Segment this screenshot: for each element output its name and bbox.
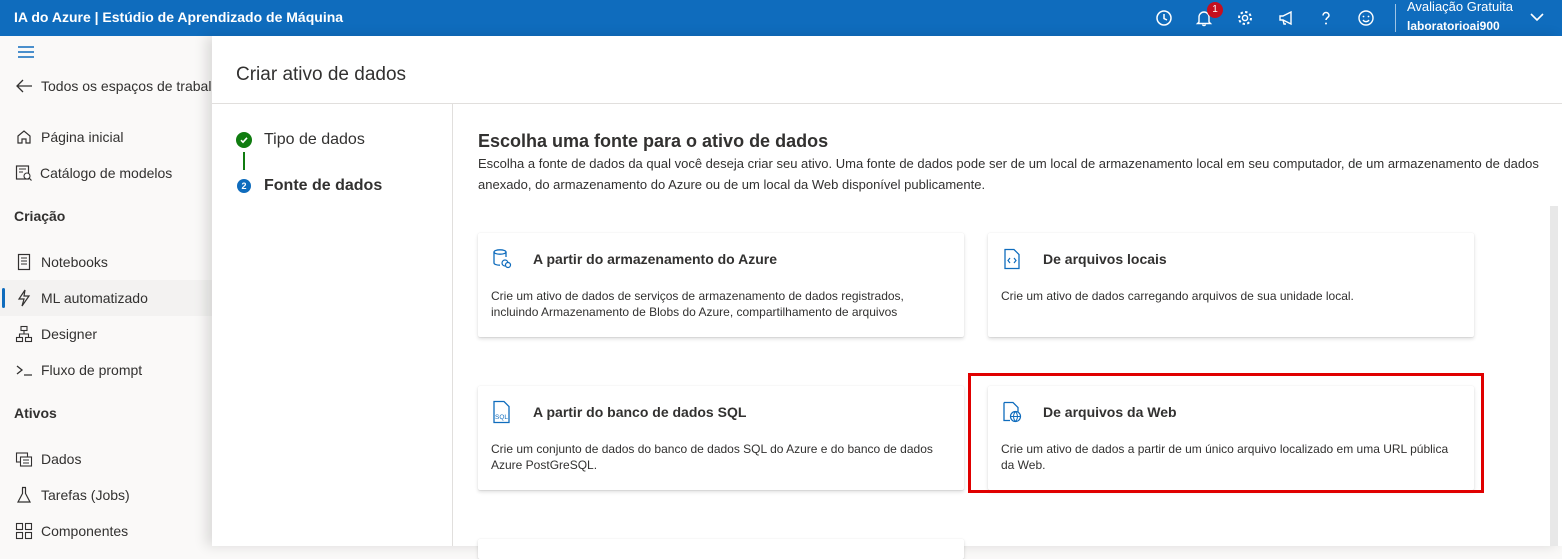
card-azure-storage[interactable]: A partir do armazenamento do Azure Crie …: [478, 233, 964, 337]
svg-text:SQL: SQL: [495, 414, 508, 421]
home-icon: [14, 127, 34, 147]
arrow-left-icon: [14, 76, 34, 96]
checkmark-icon: [236, 132, 252, 148]
data-icon: [14, 449, 34, 469]
sidebar-item-designer[interactable]: Designer: [0, 316, 212, 352]
card-partial[interactable]: [478, 539, 964, 559]
account-plan: Avaliação Gratuita: [1407, 0, 1513, 14]
left-nav: Todos os espaços de trabal Página inicia…: [0, 36, 212, 546]
card-description: Crie um ativo de dados de serviços de ar…: [491, 289, 904, 319]
sidebar-item-notebooks[interactable]: Notebooks: [0, 244, 212, 280]
step-data-source[interactable]: 2 Fonte de dados: [236, 177, 382, 194]
help-icon[interactable]: [1314, 6, 1338, 30]
sidebar-item-label: Fluxo de prompt: [41, 362, 143, 378]
file-code-icon: [1000, 247, 1024, 271]
storage-icon: [490, 247, 514, 271]
sidebar-item-label: ML automatizado: [41, 290, 148, 306]
notebook-icon: [14, 252, 34, 272]
clock-icon[interactable]: [1152, 6, 1176, 30]
smiley-icon[interactable]: [1354, 6, 1378, 30]
catalog-icon: [14, 163, 34, 183]
sidebar-item-components[interactable]: Componentes: [0, 513, 212, 549]
card-description: Crie um conjunto de dados do banco de da…: [491, 442, 933, 472]
sidebar-item-label: Tarefas (Jobs): [41, 487, 130, 503]
flask-icon: [14, 485, 34, 505]
panel-title: Criar ativo de dados: [236, 64, 407, 85]
megaphone-icon[interactable]: [1275, 6, 1299, 30]
hamburger-icon[interactable]: [16, 42, 36, 62]
nav-section-creation: Criação: [14, 208, 66, 224]
card-local-files[interactable]: De arquivos locais Crie um ativo de dado…: [988, 233, 1474, 337]
section-title: Escolha uma fonte para o ativo de dados: [478, 131, 829, 151]
card-title: A partir do armazenamento do Azure: [533, 251, 778, 267]
card-description: Crie um ativo de dados carregando arquiv…: [1001, 289, 1354, 303]
components-icon: [14, 521, 34, 541]
account-name: laboratorioai900: [1407, 19, 1500, 33]
sidebar-item-automl[interactable]: ML automatizado: [0, 280, 212, 316]
step-label: Fonte de dados: [264, 177, 383, 194]
sidebar-item-data[interactable]: Dados: [0, 441, 212, 477]
steps-divider: [452, 104, 453, 546]
sql-file-icon: SQL: [490, 400, 514, 424]
sidebar-item-label: Designer: [41, 326, 98, 342]
notification-badge: 1: [1207, 2, 1223, 18]
sidebar-item-label: Catálogo de modelos: [40, 165, 173, 181]
section-description: Escolha a fonte de dados da qual você de…: [478, 156, 1539, 192]
panel-divider: [212, 103, 1562, 104]
selection-highlight: [968, 373, 1484, 493]
step-data-type[interactable]: Tipo de dados: [236, 131, 365, 148]
top-bar: IA do Azure | Estúdio de Aprendizado de …: [0, 0, 1562, 36]
scrollbar[interactable]: [1550, 206, 1558, 546]
gear-icon[interactable]: [1233, 6, 1257, 30]
nav-section-assets: Ativos: [14, 405, 57, 421]
topbar-divider: [1395, 4, 1396, 32]
terminal-icon: [14, 360, 34, 380]
sidebar-item-jobs[interactable]: Tarefas (Jobs): [0, 477, 212, 513]
back-label: Todos os espaços de trabal: [41, 78, 212, 94]
chevron-down-icon[interactable]: [1528, 8, 1546, 31]
hamburger-menu[interactable]: [0, 36, 212, 68]
step-label: Tipo de dados: [264, 131, 365, 148]
create-data-asset-panel: Criar ativo de dados Tipo de dados 2 Fon…: [212, 36, 1562, 559]
step-number: 2: [237, 179, 251, 193]
sidebar-item-model-catalog[interactable]: Catálogo de modelos: [0, 155, 212, 191]
step-connector: [243, 152, 245, 170]
automl-icon: [14, 288, 34, 308]
card-sql-database[interactable]: SQL A partir do banco de dados SQL Crie …: [478, 386, 964, 490]
back-to-workspaces[interactable]: Todos os espaços de trabal: [0, 68, 212, 104]
designer-icon: [14, 324, 34, 344]
sidebar-item-label: Dados: [41, 451, 82, 467]
sidebar-item-label: Componentes: [41, 523, 129, 539]
sidebar-item-label: Página inicial: [41, 129, 124, 145]
card-title: A partir do banco de dados SQL: [533, 404, 747, 420]
card-title: De arquivos locais: [1043, 251, 1167, 267]
app-title[interactable]: IA do Azure | Estúdio de Aprendizado de …: [14, 9, 343, 25]
sidebar-item-prompt-flow[interactable]: Fluxo de prompt: [0, 352, 212, 388]
sidebar-item-label: Notebooks: [41, 254, 108, 270]
sidebar-item-home[interactable]: Página inicial: [0, 119, 212, 155]
